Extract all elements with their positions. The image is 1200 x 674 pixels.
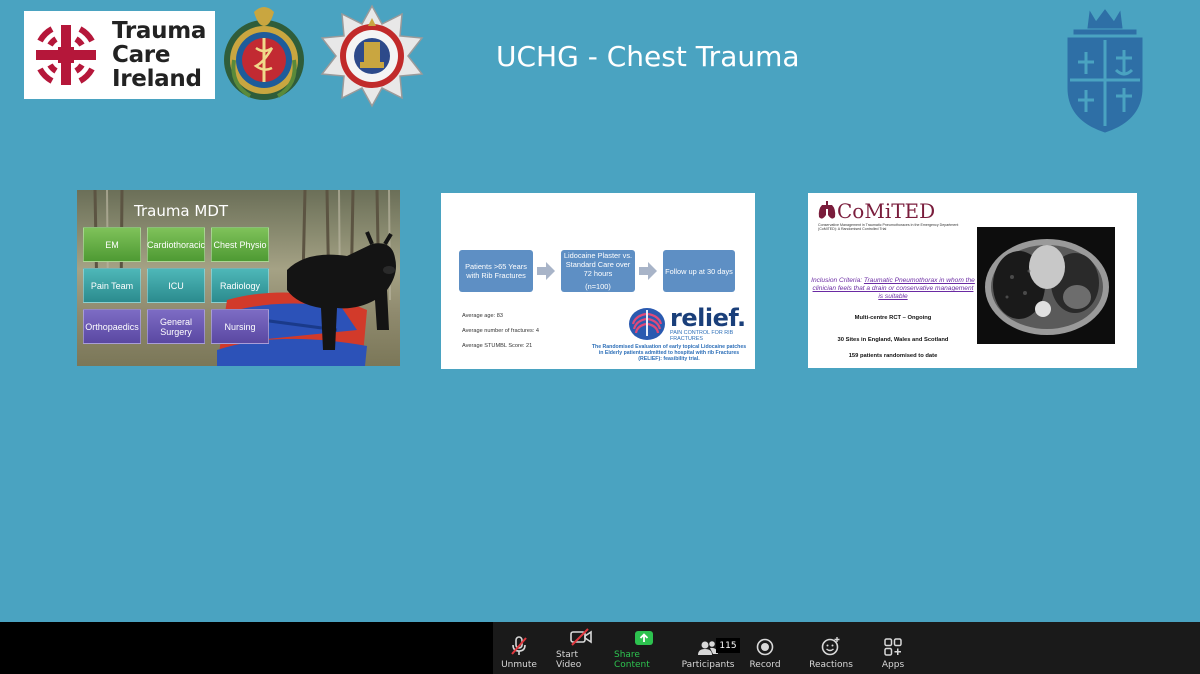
lungs-icon [818,201,836,219]
logo-line-1: Trauma [112,18,207,44]
mdt-title: Trauma MDT [134,202,229,220]
mdt-tile-cardiothoracic: Cardiothoracic [147,227,205,262]
trauma-care-ireland-logo: Trauma Care Ireland [24,11,215,99]
unmute-button[interactable]: Unmute [500,622,538,674]
stat-average-fractures: Average number of fractures: 4 [462,328,540,334]
trauma-care-ireland-wordmark: Trauma Care Ireland [112,19,206,91]
flow-box-lidocaine-main: Lidocaine Plaster vs. Standard Care over… [563,251,633,278]
microphone-muted-icon [511,636,527,655]
start-video-button[interactable]: Start Video [556,622,606,674]
relief-trial-slide-thumbnail: Patients >65 Years with Rib Fractures Li… [441,193,755,369]
relief-logo-subtitle: PAIN CONTROL FOR RIB FRACTURES [670,330,734,342]
record-label: Record [749,660,781,670]
video-off-icon [570,628,592,646]
fire-brigade-crest-icon [320,4,424,108]
apps-button[interactable]: Apps [878,622,908,674]
mdt-tile-chest-physio: Chest Physio [211,227,269,262]
flow-arrow-icon [537,262,555,280]
share-content-label: Share Content [614,650,650,670]
participants-label: Participants [681,660,735,670]
unmute-label: Unmute [501,660,537,670]
comited-subtitle: Conservative Management in Traumatic Pne… [818,223,959,232]
black-cow-icon [287,231,396,350]
trauma-mdt-slide-thumbnail: Trauma MDT EM Cardiothoracic Chest Physi… [77,190,400,366]
comited-trial-slide-thumbnail: CoMiTED Conservative Management in Traum… [808,193,1137,368]
university-shield-crest-icon [1067,9,1143,133]
record-icon [756,638,774,656]
slide-title: UCHG - Chest Trauma [496,40,800,73]
inclusion-criteria: Inclusion Criteria: Traumatic Pneumothor… [811,277,975,301]
relief-logo-word: relief. [670,304,746,332]
rib-cage-icon [629,308,665,340]
mdt-tile-general-surgery: General Surgery [147,309,205,344]
record-button[interactable]: Record [746,622,784,674]
comited-title: CoMiTED [837,199,936,223]
flow-box-follow-up: Follow up at 30 days [663,250,735,292]
start-video-label: Start Video [556,650,582,670]
mdt-tile-em: EM [83,227,141,262]
flow-box-patients: Patients >65 Years with Rib Fractures [459,250,533,292]
share-content-button[interactable]: Share Content [614,622,674,674]
participants-count-badge: 115 [716,638,740,653]
logo-line-3: Ireland [112,66,202,92]
flow-arrow-icon [639,262,657,280]
reactions-button[interactable]: Reactions [806,622,856,674]
relief-description: The Randomised Evaluation of early topic… [591,344,747,363]
inclusion-prefix: Inclusion Criteria: [811,277,864,284]
toolbar-left-spacer [0,622,493,674]
logo-line-2: Care [112,42,171,68]
apps-icon [884,638,902,656]
mdt-tile-pain-team: Pain Team [83,268,141,303]
stat-average-age: Average age: 83 [462,313,503,319]
ct-scan-image [977,227,1115,344]
mdt-tile-orthopaedics: Orthopaedics [83,309,141,344]
smiley-reaction-icon [821,637,840,656]
flow-box-lidocaine: Lidocaine Plaster vs. Standard Care over… [561,250,635,292]
mdt-tile-icu: ICU [147,268,205,303]
reactions-label: Reactions [809,660,853,670]
comited-line-sites: 30 Sites in England, Wales and Scotland [837,337,949,343]
comited-line-rct: Multi-centre RCT – Ongoing [854,315,932,321]
medical-corps-crest-icon [224,7,304,100]
trauma-care-ireland-mark-icon [36,25,96,85]
share-screen-icon [635,631,653,645]
meeting-toolbar: Unmute Start Video Share Content Partici… [0,622,1200,674]
mdt-tile-nursing: Nursing [211,309,269,344]
apps-label: Apps [881,660,905,670]
flow-box-lidocaine-sub: (n=100) [585,282,611,291]
stat-average-stumbl: Average STUMBL Score: 21 [462,343,533,349]
comited-line-randomised: 159 patients randomised to date [848,353,938,359]
